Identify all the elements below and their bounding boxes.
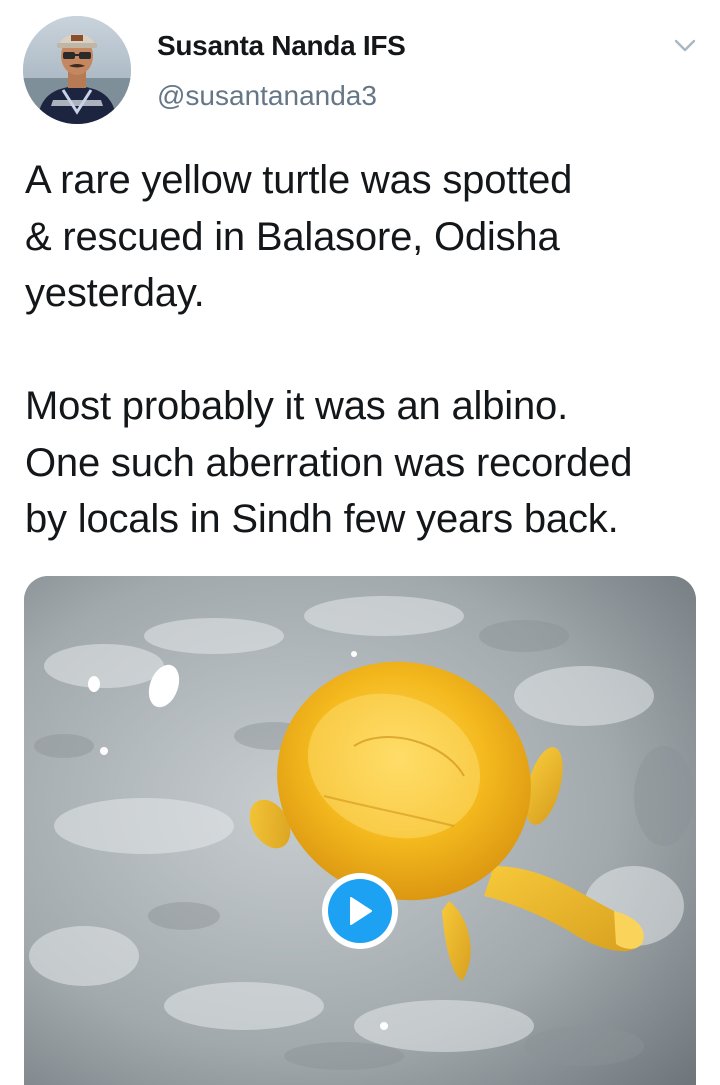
author-handle[interactable]: @susantananda3	[157, 80, 377, 112]
avatar-image	[23, 16, 131, 124]
tweet-text: A rare yellow turtle was spotted & rescu…	[25, 158, 633, 541]
turtle-photo	[24, 576, 696, 1085]
tweet-video[interactable]	[24, 576, 696, 1085]
author-display-name[interactable]: Susanta Nanda IFS	[157, 30, 406, 62]
play-icon	[328, 879, 392, 943]
tweet-menu-button[interactable]	[668, 30, 702, 60]
play-button[interactable]	[322, 873, 398, 949]
chevron-down-icon	[674, 39, 696, 51]
avatar[interactable]	[23, 16, 131, 124]
